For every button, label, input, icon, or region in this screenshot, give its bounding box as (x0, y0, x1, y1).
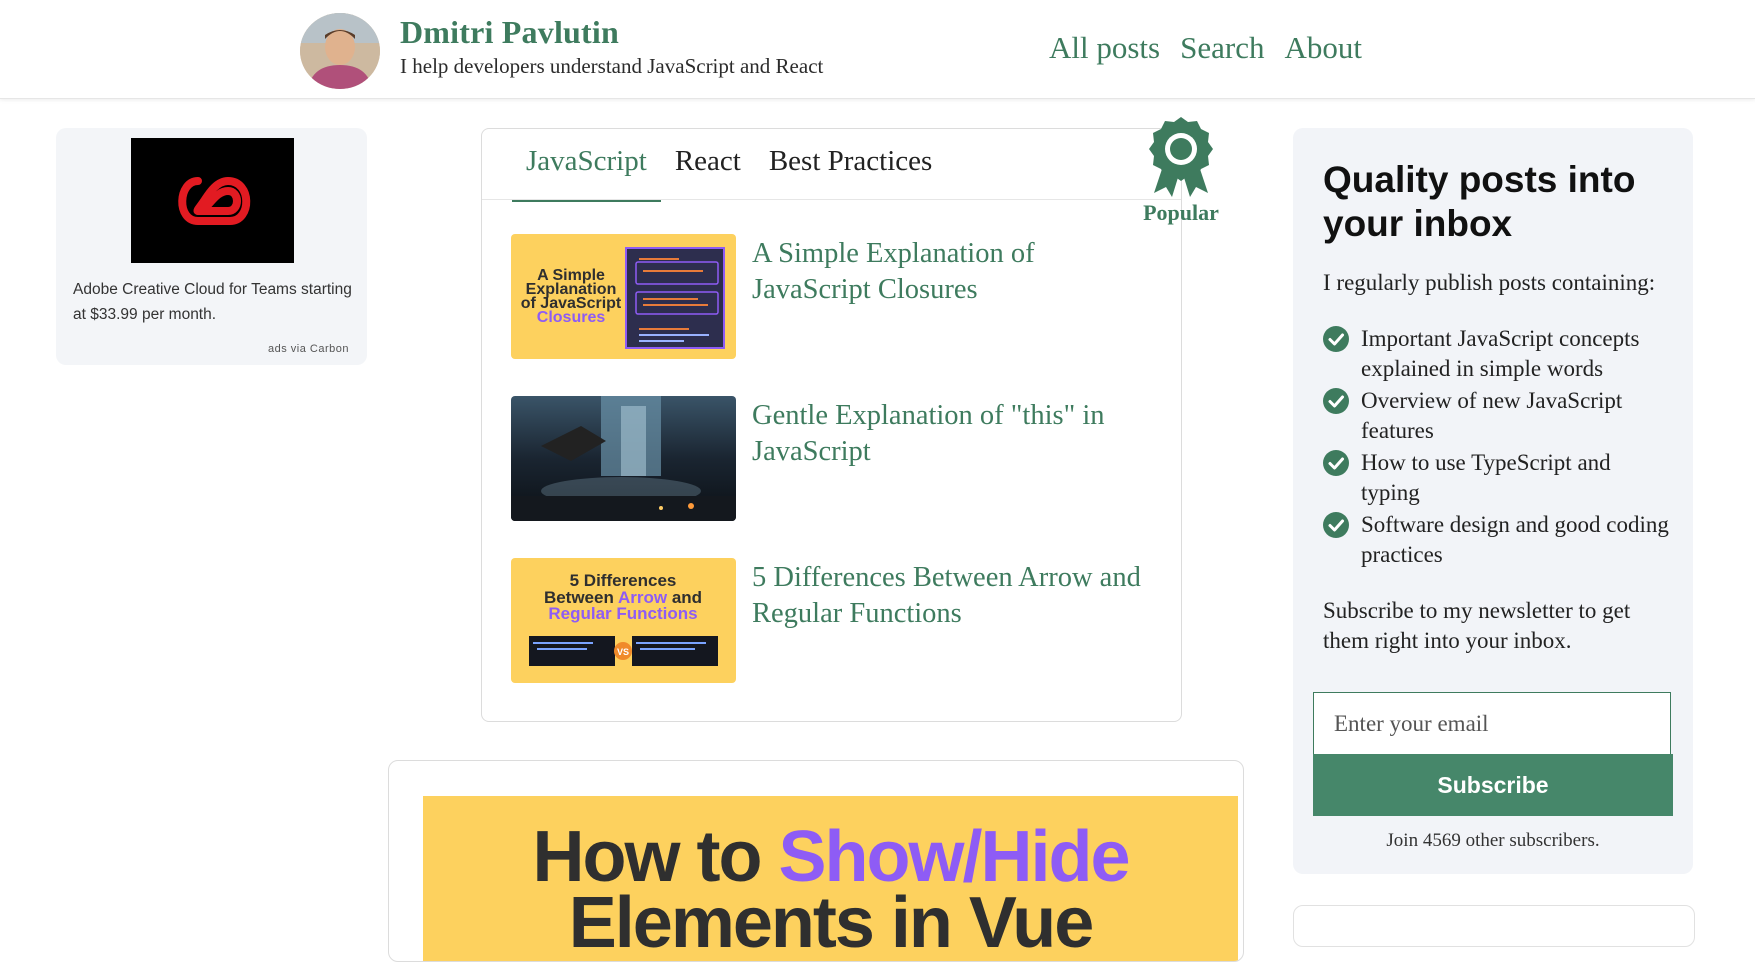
adobe-cc-logo[interactable] (131, 138, 294, 263)
ad-text[interactable]: Adobe Creative Cloud for Teams starting … (73, 277, 353, 327)
check-circle-icon (1323, 388, 1349, 414)
benefit-item: Software design and good coding practice… (1323, 510, 1673, 570)
email-input[interactable] (1313, 692, 1671, 754)
site-tagline: I help developers understand JavaScript … (400, 54, 824, 78)
post-thumbnail-this[interactable] (511, 396, 736, 521)
thumb-accent: Closures (537, 309, 606, 326)
author-avatar[interactable] (300, 13, 380, 89)
check-circle-icon (1323, 326, 1349, 352)
nav-all-posts[interactable]: All posts (1049, 30, 1160, 66)
tab-best-practices[interactable]: Best Practices (755, 129, 946, 199)
benefit-text: Important JavaScript concepts explained … (1361, 326, 1640, 381)
check-circle-icon (1323, 450, 1349, 476)
benefit-item: How to use TypeScript and typing (1323, 448, 1673, 508)
tab-react[interactable]: React (661, 129, 755, 199)
featured-post-banner[interactable]: How to Show/Hide Elements in Vue (423, 796, 1238, 961)
featured-post-title: How to Show/Hide Elements in Vue (423, 821, 1238, 959)
main-nav: All posts Search About (1049, 30, 1362, 66)
newsletter-heading: Quality posts into your inbox (1323, 159, 1636, 244)
check-circle-icon (1323, 512, 1349, 538)
thumb-line: Regular Functions (548, 604, 697, 623)
thumb-vs: VS (617, 647, 629, 657)
popular-posts-card: JavaScript React Best Practices A Simple… (481, 128, 1182, 722)
popular-badge: Popular (1135, 115, 1227, 226)
nav-about[interactable]: About (1284, 30, 1362, 66)
post-item[interactable]: 5 Differences Between Arrow and Regular … (511, 558, 1151, 683)
benefit-text: How to use TypeScript and typing (1361, 450, 1611, 505)
featured-post-card[interactable]: How to Show/Hide Elements in Vue (388, 760, 1244, 962)
site-header: Dmitri Pavlutin I help developers unders… (0, 0, 1755, 99)
tab-javascript[interactable]: JavaScript (512, 129, 661, 202)
newsletter-cta-text: Subscribe to my newsletter to get them r… (1323, 598, 1631, 653)
site-title[interactable]: Dmitri Pavlutin (400, 14, 619, 51)
tabs-divider (482, 199, 1181, 200)
subscriber-count: Join 4569 other subscribers. (1386, 830, 1600, 851)
post-item[interactable]: A Simple Explanation of JavaScript Closu… (511, 234, 1151, 359)
ribbon-award-icon (1149, 117, 1213, 197)
benefit-text: Software design and good coding practice… (1361, 512, 1669, 567)
post-title-link[interactable]: Gentle Explanation of "this" in JavaScri… (752, 398, 1152, 470)
post-item[interactable]: Gentle Explanation of "this" in JavaScri… (511, 396, 1151, 521)
post-title-link[interactable]: A Simple Explanation of JavaScript Closu… (752, 236, 1152, 308)
subscribe-button[interactable]: Subscribe (1313, 754, 1673, 816)
carbon-ad[interactable]: Adobe Creative Cloud for Teams starting … (56, 128, 367, 365)
benefit-item: Important JavaScript concepts explained … (1323, 324, 1673, 384)
ad-via-link[interactable]: ads via Carbon (268, 343, 349, 355)
post-thumbnail-closures[interactable]: A Simple Explanation of JavaScript Closu… (511, 234, 736, 359)
post-thumbnail-arrow-functions[interactable]: 5 Differences Between Arrow and Regular … (511, 558, 736, 683)
newsletter-intro: I regularly publish posts containing: (1323, 270, 1656, 295)
post-title-link[interactable]: 5 Differences Between Arrow and Regular … (752, 560, 1152, 632)
newsletter-panel: Quality posts into your inbox I regularl… (1293, 128, 1693, 874)
popular-badge-label: Popular (1143, 200, 1219, 225)
newsletter-benefits: Important JavaScript concepts explained … (1323, 324, 1673, 572)
sidebar-next-card (1293, 905, 1695, 947)
nav-search[interactable]: Search (1180, 30, 1264, 66)
benefit-text: Overview of new JavaScript features (1361, 388, 1623, 443)
category-tabs: JavaScript React Best Practices (512, 129, 946, 202)
benefit-item: Overview of new JavaScript features (1323, 386, 1673, 446)
